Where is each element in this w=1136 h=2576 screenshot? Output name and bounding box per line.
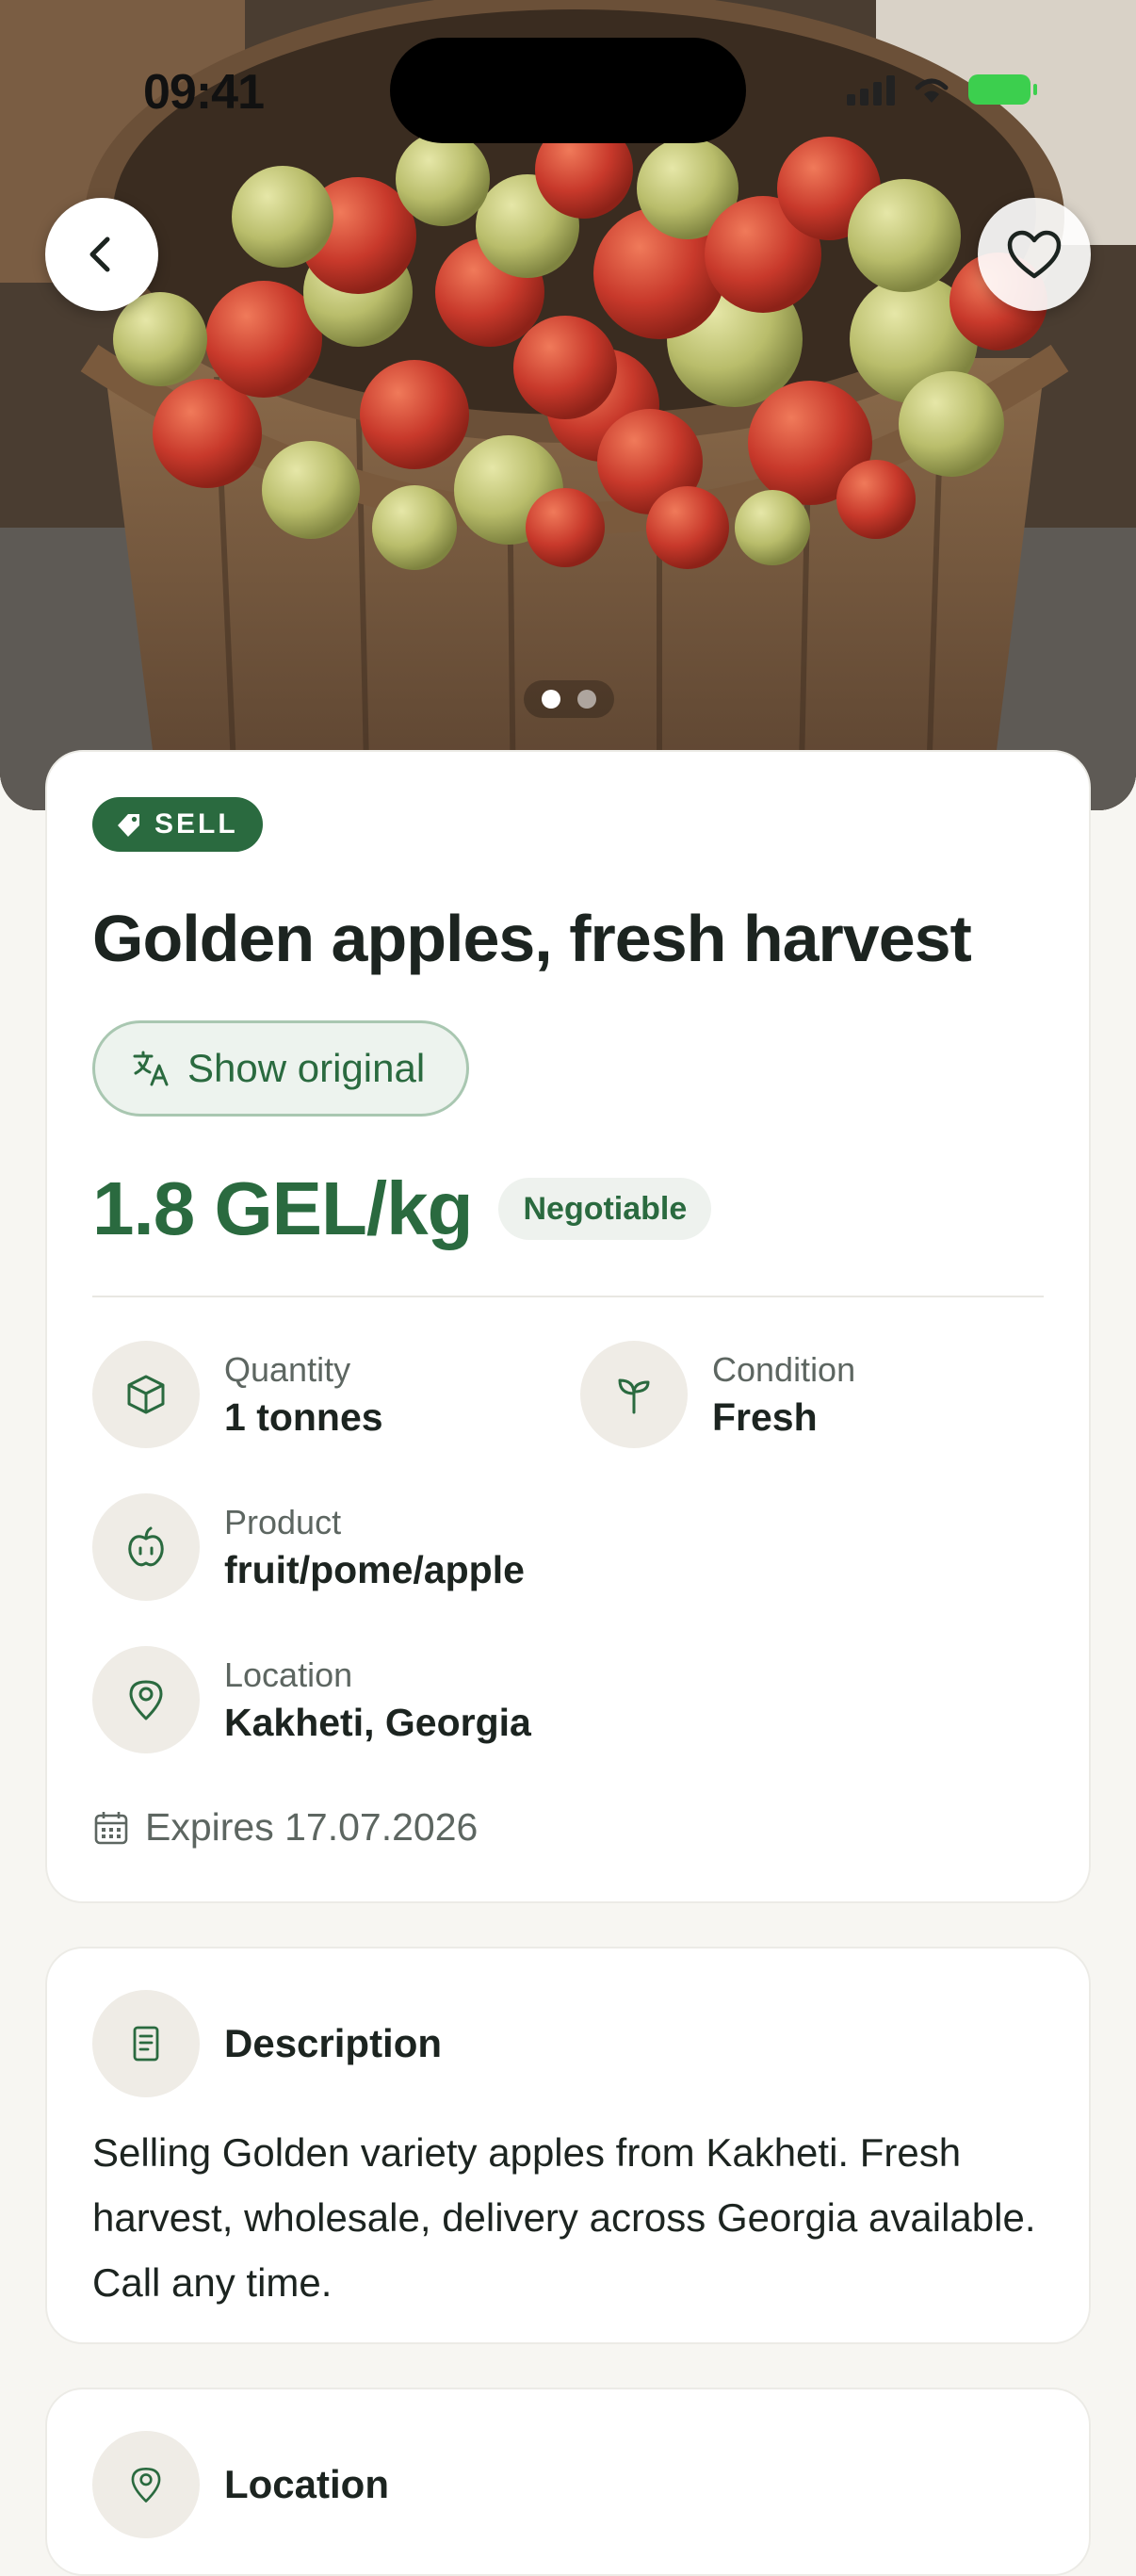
divider <box>92 1296 1044 1297</box>
expiry-date: Expires 17.07.2026 <box>92 1805 478 1850</box>
section-icon-wrap <box>92 2431 200 2538</box>
cellular-signal-icon <box>847 73 895 106</box>
document-icon <box>133 2026 159 2062</box>
fact-label: Quantity <box>224 1349 351 1389</box>
fact-icon-wrap <box>92 1646 200 1753</box>
section-icon-wrap <box>92 1990 200 2097</box>
fact-condition: Condition Fresh <box>580 1341 855 1448</box>
fact-icon-wrap <box>580 1341 688 1448</box>
fact-value: fruit/pome/apple <box>224 1547 525 1591</box>
show-original-label: Show original <box>187 1046 426 1090</box>
facts-grid: Quantity 1 tonnes Condition Fresh Produc… <box>92 1341 1044 1793</box>
fact-label: Product <box>224 1502 342 1541</box>
heart-icon <box>1007 230 1062 279</box>
fact-icon-wrap <box>92 1493 200 1601</box>
fact-quantity: Quantity 1 tonnes <box>92 1341 383 1448</box>
location-pin-icon <box>129 1680 163 1720</box>
battery-icon <box>968 74 1037 105</box>
apple-icon <box>128 1526 164 1567</box>
fact-location: Location Kakheti, Georgia <box>92 1646 531 1753</box>
hero-image[interactable]: 09:41 <box>0 0 1136 810</box>
fact-icon-wrap <box>92 1341 200 1448</box>
badge-label: SELL <box>154 808 238 840</box>
section-header: Location <box>92 2431 1044 2538</box>
fact-value: Kakheti, Georgia <box>224 1700 531 1744</box>
status-bar: 09:41 <box>0 0 1136 179</box>
chevron-left-icon <box>89 236 110 272</box>
fact-value: 1 tonnes <box>224 1394 383 1439</box>
box-icon <box>127 1375 165 1414</box>
negotiable-badge: Negotiable <box>498 1178 712 1240</box>
description-card: Description Selling Golden variety apple… <box>45 1947 1091 2344</box>
fact-label: Location <box>224 1655 353 1694</box>
back-button[interactable] <box>45 198 158 311</box>
listing-type-badge: SELL <box>92 797 263 852</box>
carousel-indicator[interactable] <box>524 680 614 718</box>
listing-title: Golden apples, fresh harvest <box>92 902 972 975</box>
description-text: Selling Golden variety apples from Kakhe… <box>92 2130 1036 2305</box>
fact-value: Fresh <box>712 1394 818 1439</box>
calendar-icon <box>94 1811 128 1844</box>
location-title: Location <box>224 2462 389 2506</box>
price-row: 1.8 GEL/kg Negotiable <box>92 1166 1044 1252</box>
sprout-icon <box>618 1378 650 1414</box>
expiry-text: Expires 17.07.2026 <box>145 1805 479 1849</box>
dynamic-island <box>390 38 746 143</box>
wifi-icon <box>915 78 949 103</box>
carousel-dot[interactable] <box>577 690 596 709</box>
fact-label: Condition <box>712 1349 856 1389</box>
status-time: 09:41 <box>143 65 265 120</box>
fact-product: Product fruit/pome/apple <box>92 1493 525 1601</box>
section-header: Description <box>92 1990 1044 2097</box>
translate-icon <box>133 1051 169 1086</box>
description-title: Description <box>224 2021 443 2065</box>
tag-icon <box>118 814 139 837</box>
listing-card: SELL Golden apples, fresh harvest Show o… <box>45 750 1091 1903</box>
location-card: Location <box>45 2388 1091 2576</box>
status-icons <box>847 73 1037 106</box>
favorite-button[interactable] <box>978 198 1091 311</box>
show-original-button[interactable]: Show original <box>92 1020 470 1117</box>
price: 1.8 GEL/kg <box>92 1166 473 1250</box>
carousel-dot[interactable] <box>542 690 560 709</box>
